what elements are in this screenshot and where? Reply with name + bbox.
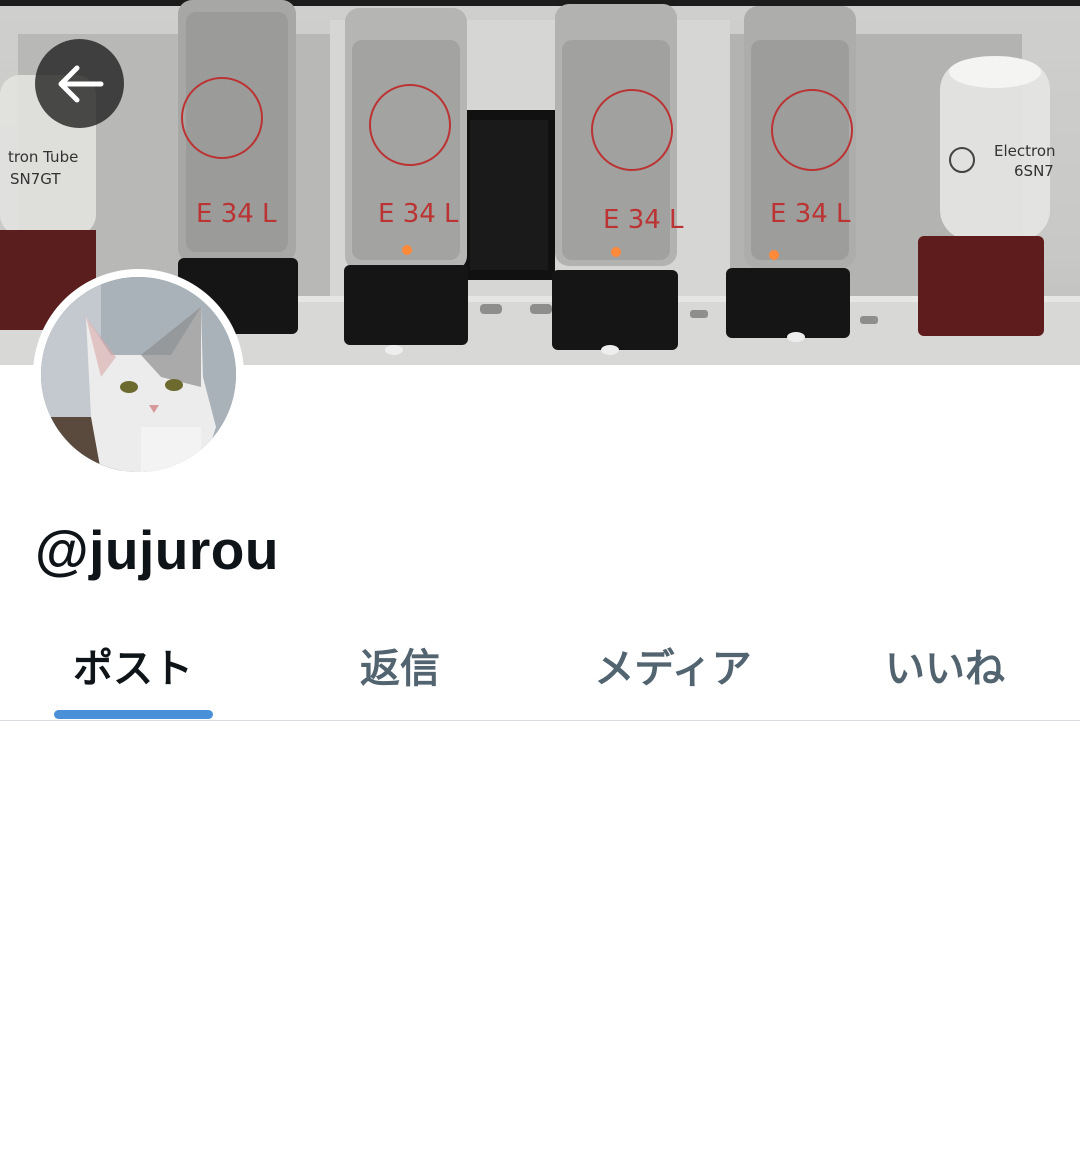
- arrow-left-icon: [58, 65, 103, 102]
- svg-text:6SN7: 6SN7: [1014, 162, 1054, 180]
- tab-label: 返信: [360, 646, 440, 692]
- svg-text:SN7GT: SN7GT: [10, 170, 61, 188]
- svg-text:tron Tube: tron Tube: [8, 148, 78, 166]
- tab-label: いいね: [885, 646, 1005, 692]
- tube-power-4: E 34 L: [726, 6, 856, 342]
- svg-text:E 34 L: E 34 L: [196, 199, 277, 229]
- tab-label: メディア: [594, 646, 752, 692]
- tab-media[interactable]: メディア: [560, 610, 786, 720]
- avatar[interactable]: [33, 269, 244, 480]
- svg-text:E 34 L: E 34 L: [770, 199, 851, 229]
- tab-label: ポスト: [73, 646, 193, 692]
- avatar-image: [41, 277, 236, 472]
- profile-tabs: ポスト 返信 メディア いいね: [0, 610, 1080, 721]
- profile-handle: @jujurou: [35, 519, 279, 581]
- tab-replies[interactable]: 返信: [300, 610, 500, 720]
- back-button[interactable]: [35, 39, 124, 128]
- tab-posts[interactable]: ポスト: [30, 610, 236, 720]
- svg-text:E 34 L: E 34 L: [603, 205, 684, 235]
- tube-power-3: E 34 L: [552, 4, 684, 355]
- svg-text:Electron: Electron: [994, 142, 1056, 160]
- svg-text:E 34 L: E 34 L: [378, 199, 459, 229]
- active-tab-indicator: [54, 710, 213, 719]
- tab-likes[interactable]: いいね: [845, 610, 1045, 720]
- tube-power-2: E 34 L: [344, 8, 468, 355]
